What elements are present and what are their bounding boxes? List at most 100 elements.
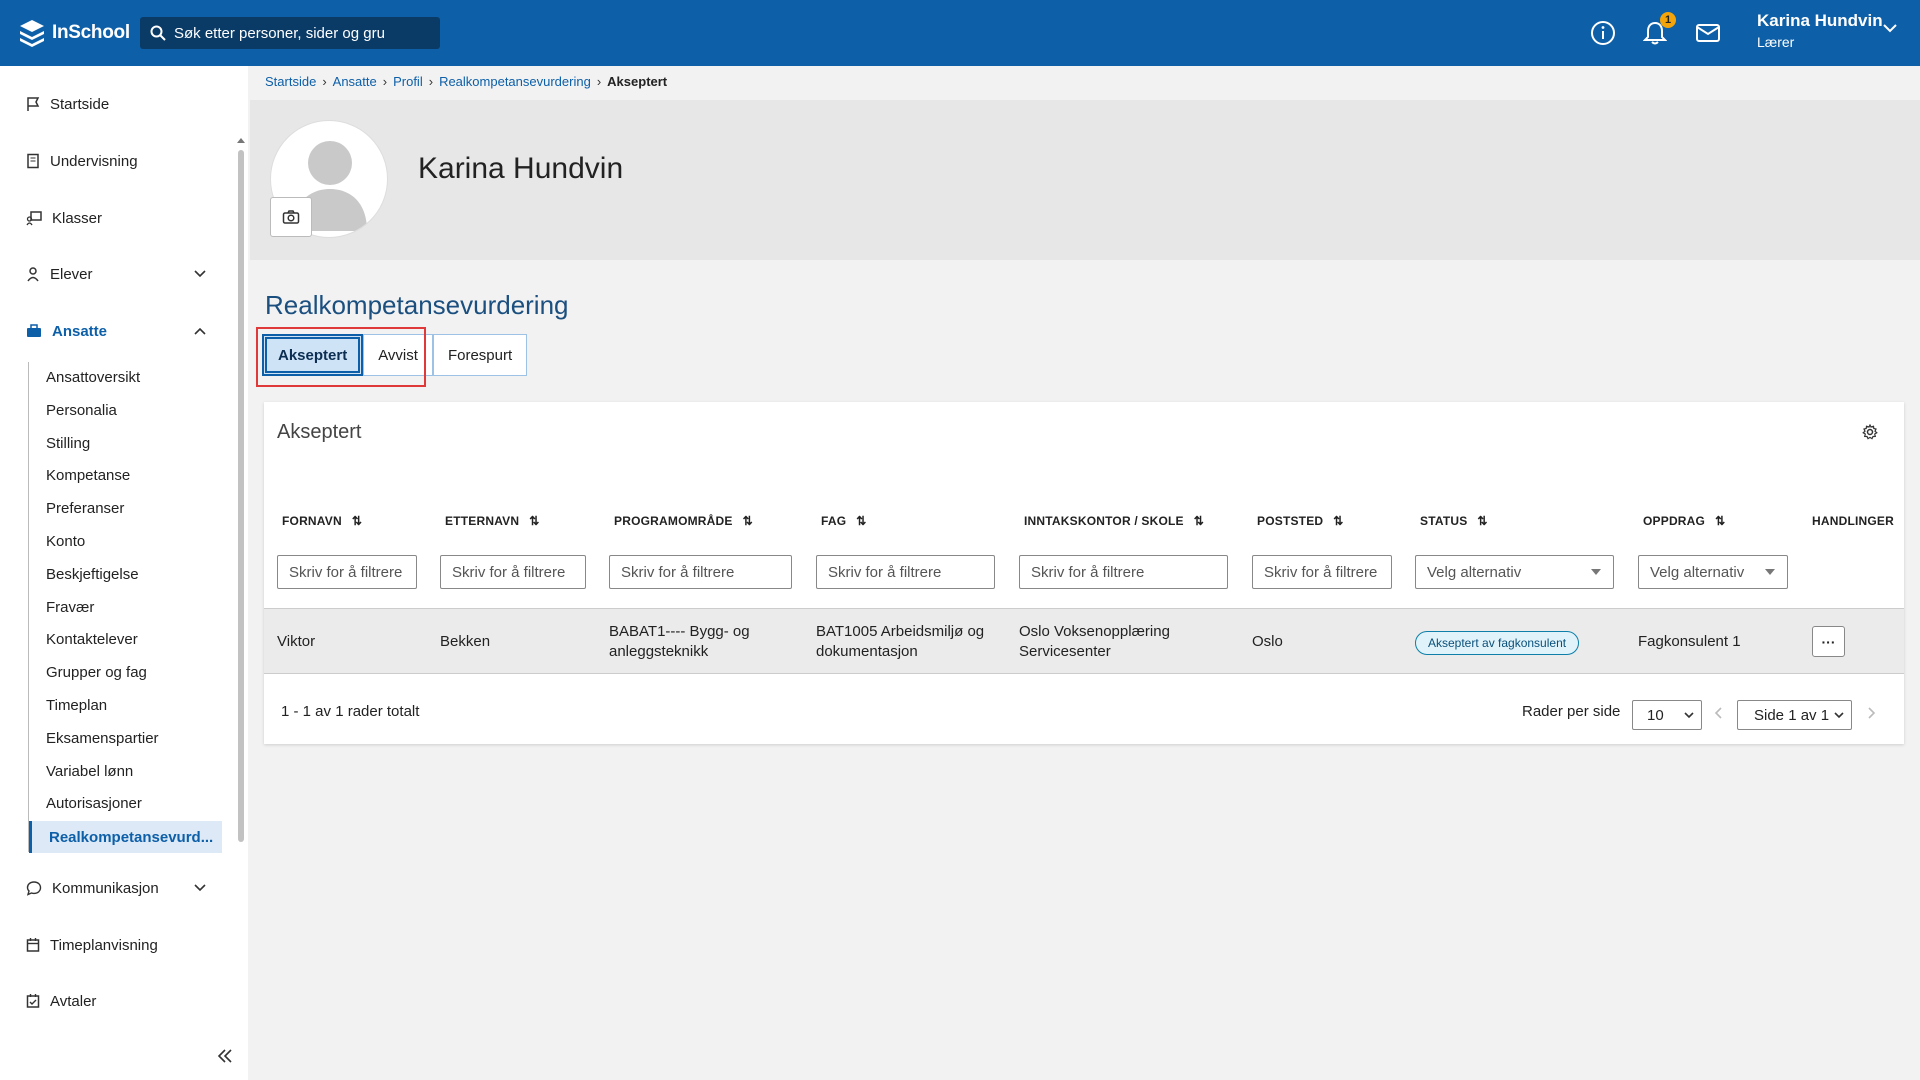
sidebar-subitem-active[interactable]: Realkompetansevurd... [29,821,222,853]
column-header-skole[interactable]: INNTAKSKONTOR / SKOLE ⇅ [1024,514,1204,528]
sort-icon[interactable]: ⇅ [1194,514,1204,528]
filter-skole[interactable] [1019,555,1228,589]
column-header-label: OPPDRAG [1643,514,1706,528]
sidebar-scrollbar[interactable] [236,136,246,1080]
sidebar-subitem[interactable]: Autorisasjoner [46,795,142,812]
column-header-poststed[interactable]: POSTSTED ⇅ [1257,514,1344,528]
user-menu[interactable]: Karina Hundvin Lærer [1757,11,1883,50]
filter-fag[interactable] [816,555,995,589]
column-header-label: INNTAKSKONTOR / SKOLE [1024,514,1184,528]
messages-button[interactable] [1694,19,1722,47]
sidebar-item-label: Avtaler [50,992,97,1010]
page-select[interactable]: Side 1 av 1 [1737,700,1852,730]
rows-per-page-select[interactable]: 10 [1632,700,1702,730]
info-icon [1591,21,1615,45]
next-page-icon[interactable] [1866,706,1876,720]
sidebar-item-undervisning[interactable]: Undervisning [26,150,138,172]
sidebar-item-klasser[interactable]: Klasser [26,207,102,229]
chevron-down-icon[interactable] [193,269,207,279]
sort-icon[interactable]: ⇅ [856,514,866,528]
info-button[interactable] [1589,19,1617,47]
cell-text-line: Oslo Voksenopplæring [1019,623,1170,640]
cell-text-line: Servicesenter [1019,643,1111,660]
column-header-handlinger: HANDLINGER [1812,514,1894,528]
chevron-down-icon[interactable] [1882,22,1898,34]
column-header-fornavn[interactable]: FORNAVN ⇅ [282,514,362,528]
sidebar-item-kommunikasjon[interactable]: Kommunikasjon [26,877,159,899]
sidebar-item-timeplanvisning[interactable]: Timeplanvisning [26,934,158,956]
tab-akseptert[interactable]: Akseptert [262,334,364,376]
cell-oppdrag: Fagkonsulent 1 [1638,633,1741,650]
cell-fornavn: Viktor [277,633,316,650]
filter-programomrade[interactable] [609,555,792,589]
sidebar-item-elever[interactable]: Elever [26,263,93,285]
gear-icon[interactable] [1862,424,1878,440]
collapse-sidebar-icon[interactable] [216,1048,234,1064]
filter-oppdrag-select[interactable]: Velg alternativ [1638,555,1788,589]
column-header-status[interactable]: STATUS ⇅ [1420,514,1488,528]
breadcrumb-link[interactable]: Realkompetansevurdering [439,74,591,89]
column-header-label: POSTSTED [1257,514,1324,528]
camera-icon [282,210,300,224]
prev-page-icon[interactable] [1714,706,1724,720]
sort-icon[interactable]: ⇅ [1477,514,1487,528]
sidebar-item-label: Klasser [52,209,103,227]
sidebar-subitem[interactable]: Ansattoversikt [46,369,140,386]
sidebar-subitem[interactable]: Grupper og fag [46,664,147,681]
sidebar-subitem[interactable]: Personalia [46,402,117,419]
sidebar-subitem[interactable]: Kontaktelever [46,631,138,648]
profile-name: Karina Hundvin [418,152,624,185]
students-icon [27,267,39,282]
sidebar-item-label: Kommunikasjon [52,879,159,897]
sort-icon[interactable]: ⇅ [1715,514,1725,528]
app-logo[interactable]: InSchool [18,18,130,48]
sidebar-item-startside[interactable]: Startside [26,93,109,115]
cell-etternavn: Bekken [440,633,491,650]
column-header-label: FORNAVN [282,514,342,528]
search-input[interactable] [174,24,424,42]
sort-icon[interactable]: ⇅ [743,514,753,528]
global-search[interactable] [140,17,440,49]
sidebar-subitem[interactable]: Kompetanse [46,467,130,484]
sidebar-item-label: Elever [50,265,93,283]
chevron-down-icon[interactable] [193,883,207,893]
filter-status-select[interactable]: Velg alternativ [1415,555,1614,589]
column-header-oppdrag[interactable]: OPPDRAG ⇅ [1643,514,1725,528]
sidebar-subitem[interactable]: Preferanser [46,500,124,517]
sidebar-subitem[interactable]: Stilling [46,435,90,452]
cell-text-line: anleggsteknikk [609,643,709,660]
sidebar-subitem[interactable]: Variabel lønn [46,763,133,780]
cell-text-line: BABAT1---- Bygg- og [609,623,750,640]
sidebar-subitem[interactable]: Beskjeftigelse [46,566,139,583]
cell-skole: Oslo Voksenopplæring Servicesenter [1019,622,1170,662]
breadcrumb-link[interactable]: Ansatte [333,74,377,89]
breadcrumb-link[interactable]: Profil [393,74,423,89]
column-header-programomrade[interactable]: PROGRAMOMRÅDE ⇅ [614,514,753,528]
chevron-up-icon[interactable] [193,326,207,336]
sidebar-subitem[interactable]: Timeplan [46,697,107,714]
sidebar-subitem[interactable]: Fravær [46,599,94,616]
scroll-up-icon[interactable] [236,136,246,144]
status-badge: Akseptert av fagkonsulent [1415,631,1580,655]
sort-icon[interactable]: ⇅ [529,514,539,528]
breadcrumb-link[interactable]: Startside [265,74,316,89]
tab-avvist[interactable]: Avvist [363,334,433,376]
sidebar-item-ansatte[interactable]: Ansatte [26,320,107,342]
scrollbar-thumb[interactable] [238,150,244,842]
breadcrumb: Startside › Ansatte › Profil › Realkompetan… [265,74,667,89]
change-photo-button[interactable] [270,197,312,237]
filter-poststed[interactable] [1252,555,1392,589]
sort-icon[interactable]: ⇅ [352,514,362,528]
cell-text-line: dokumentasjon [816,643,918,660]
filter-etternavn[interactable] [440,555,586,589]
sort-icon[interactable]: ⇅ [1333,514,1343,528]
mail-icon [1696,24,1720,42]
filter-fornavn[interactable] [277,555,417,589]
sidebar-subitem[interactable]: Eksamenspartier [46,730,159,747]
row-actions-button[interactable]: ··· [1812,626,1845,657]
column-header-etternavn[interactable]: ETTERNAVN ⇅ [445,514,540,528]
sidebar-subitem[interactable]: Konto [46,533,85,550]
tab-forespurt[interactable]: Forespurt [432,334,528,376]
sidebar-item-avtaler[interactable]: Avtaler [26,990,96,1012]
column-header-fag[interactable]: FAG ⇅ [821,514,867,528]
